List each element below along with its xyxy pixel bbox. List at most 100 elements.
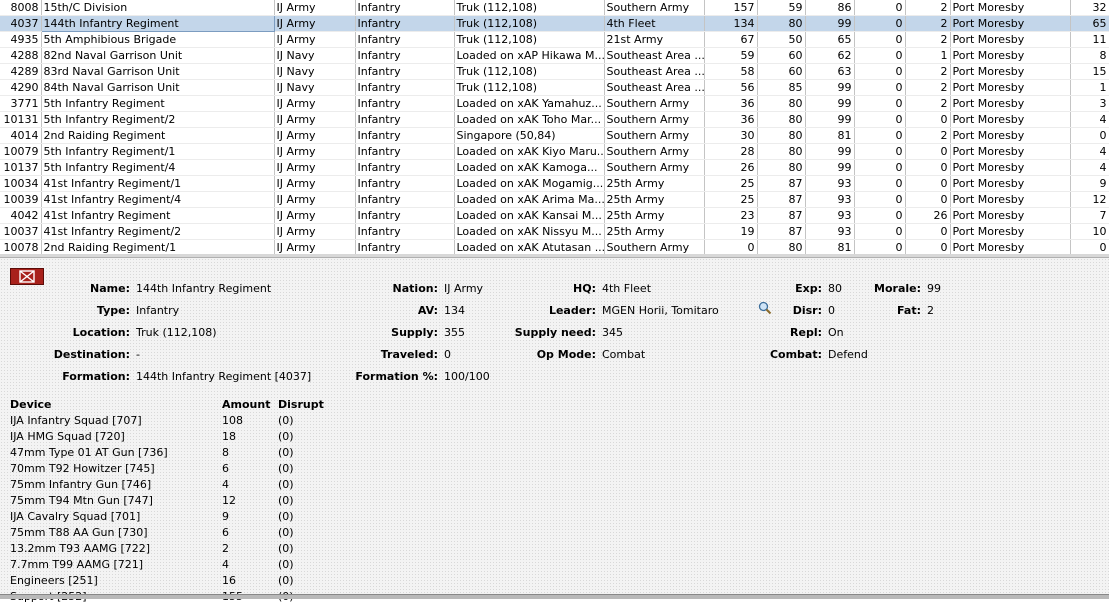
unit-destination-cell[interactable]: Port Moresby xyxy=(950,207,1071,224)
unit-type-cell[interactable]: Infantry xyxy=(355,223,455,240)
unit-morale-cell[interactable]: 99 xyxy=(805,95,855,112)
unit-destination-cell[interactable]: Port Moresby xyxy=(950,111,1071,128)
unit-location-cell[interactable]: Loaded on xAK Toho Mar... xyxy=(454,111,605,128)
unit-destination-cell[interactable]: Port Moresby xyxy=(950,95,1071,112)
device-row[interactable]: 75mm T94 Mtn Gun [747] 12 (0) xyxy=(10,494,330,510)
device-row[interactable]: IJA Cavalry Squad [701] 9 (0) xyxy=(10,510,330,526)
unit-av-cell[interactable]: 26 xyxy=(704,159,758,176)
unit-morale-cell[interactable]: 99 xyxy=(805,111,855,128)
unit-nation-cell[interactable]: IJ Army xyxy=(274,159,356,176)
unit-exp-cell[interactable]: 60 xyxy=(757,47,806,64)
unit-fat-cell[interactable]: 2 xyxy=(905,31,951,48)
unit-exp-cell[interactable]: 60 xyxy=(757,63,806,80)
unit-id-cell[interactable]: 10039 xyxy=(0,191,42,208)
unit-id-cell[interactable]: 4935 xyxy=(0,31,42,48)
unit-disr-cell[interactable]: 0 xyxy=(854,79,906,96)
device-row[interactable]: 70mm T92 Howitzer [745] 6 (0) xyxy=(10,462,330,478)
unit-id-cell[interactable]: 4014 xyxy=(0,127,42,144)
unit-hq-cell[interactable]: 25th Army xyxy=(604,191,705,208)
unit-name-cell[interactable]: 41st Infantry Regiment xyxy=(41,207,275,224)
unit-av-cell[interactable]: 19 xyxy=(704,223,758,240)
unit-hq-cell[interactable]: Southern Army xyxy=(604,0,705,16)
unit-name-cell[interactable]: 5th Amphibious Brigade xyxy=(41,31,275,48)
unit-av-cell[interactable]: 134 xyxy=(704,15,758,32)
unit-last-cell[interactable]: 4 xyxy=(1070,159,1109,176)
unit-last-cell[interactable]: 7 xyxy=(1070,207,1109,224)
unit-exp-cell[interactable]: 80 xyxy=(757,95,806,112)
unit-fat-cell[interactable]: 0 xyxy=(905,175,951,192)
unit-disr-cell[interactable]: 0 xyxy=(854,15,906,32)
unit-fat-cell[interactable]: 0 xyxy=(905,191,951,208)
unit-type-cell[interactable]: Infantry xyxy=(355,95,455,112)
table-row[interactable]: 4288 82nd Naval Garrison Unit IJ Navy Infan… xyxy=(0,47,1109,64)
table-row[interactable]: 4042 41st Infantry Regiment IJ Army Infantr… xyxy=(0,207,1109,224)
unit-destination-cell[interactable]: Port Moresby xyxy=(950,143,1071,160)
unit-disr-cell[interactable]: 0 xyxy=(854,143,906,160)
unit-hq-cell[interactable]: Southern Army xyxy=(604,159,705,176)
unit-disr-cell[interactable]: 0 xyxy=(854,127,906,144)
unit-nation-cell[interactable]: IJ Army xyxy=(274,31,356,48)
unit-id-cell[interactable]: 4042 xyxy=(0,207,42,224)
unit-hq-cell[interactable]: 4th Fleet xyxy=(604,15,705,32)
unit-location-cell[interactable]: Truk (112,108) xyxy=(454,15,605,32)
unit-destination-cell[interactable]: Port Moresby xyxy=(950,159,1071,176)
unit-hq-cell[interactable]: 21st Army xyxy=(604,31,705,48)
unit-morale-cell[interactable]: 93 xyxy=(805,175,855,192)
unit-name-cell[interactable]: 83rd Naval Garrison Unit xyxy=(41,63,275,80)
unit-name-cell[interactable]: 41st Infantry Regiment/4 xyxy=(41,191,275,208)
unit-morale-cell[interactable]: 93 xyxy=(805,191,855,208)
unit-destination-cell[interactable]: Port Moresby xyxy=(950,191,1071,208)
unit-nation-cell[interactable]: IJ Navy xyxy=(274,79,356,96)
unit-last-cell[interactable]: 12 xyxy=(1070,191,1109,208)
unit-morale-cell[interactable]: 65 xyxy=(805,31,855,48)
unit-hq-cell[interactable]: Southeast Area ... xyxy=(604,79,705,96)
unit-type-cell[interactable]: Infantry xyxy=(355,15,455,32)
unit-disr-cell[interactable]: 0 xyxy=(854,175,906,192)
unit-hq-cell[interactable]: Southeast Area ... xyxy=(604,63,705,80)
unit-nation-cell[interactable]: IJ Army xyxy=(274,111,356,128)
unit-last-cell[interactable]: 9 xyxy=(1070,175,1109,192)
unit-last-cell[interactable]: 4 xyxy=(1070,111,1109,128)
table-row[interactable]: 3771 5th Infantry Regiment IJ Army Infantry… xyxy=(0,95,1109,112)
unit-last-cell[interactable]: 15 xyxy=(1070,63,1109,80)
unit-av-cell[interactable]: 36 xyxy=(704,111,758,128)
unit-location-cell[interactable]: Loaded on xAP Hikawa M... xyxy=(454,47,605,64)
unit-exp-cell[interactable]: 80 xyxy=(757,127,806,144)
unit-morale-cell[interactable]: 93 xyxy=(805,207,855,224)
unit-location-cell[interactable]: Loaded on xAK Mogamig... xyxy=(454,175,605,192)
unit-last-cell[interactable]: 3 xyxy=(1070,95,1109,112)
unit-morale-cell[interactable]: 81 xyxy=(805,127,855,144)
unit-location-cell[interactable]: Loaded on xAK Arima Ma... xyxy=(454,191,605,208)
unit-last-cell[interactable]: 8 xyxy=(1070,47,1109,64)
unit-name-cell[interactable]: 5th Infantry Regiment/2 xyxy=(41,111,275,128)
unit-fat-cell[interactable]: 0 xyxy=(905,159,951,176)
device-row[interactable]: IJA HMG Squad [720] 18 (0) xyxy=(10,430,330,446)
unit-morale-cell[interactable]: 86 xyxy=(805,0,855,16)
unit-morale-cell[interactable]: 63 xyxy=(805,63,855,80)
unit-disr-cell[interactable]: 0 xyxy=(854,111,906,128)
unit-name-cell[interactable]: 41st Infantry Regiment/1 xyxy=(41,175,275,192)
table-row[interactable]: 4014 2nd Raiding Regiment IJ Army Infantry S… xyxy=(0,127,1109,144)
table-row[interactable]: 4037 144th Infantry Regiment IJ Army Infant… xyxy=(0,15,1109,32)
unit-av-cell[interactable]: 56 xyxy=(704,79,758,96)
unit-av-cell[interactable]: 59 xyxy=(704,47,758,64)
unit-exp-cell[interactable]: 87 xyxy=(757,223,806,240)
unit-nation-cell[interactable]: IJ Navy xyxy=(274,47,356,64)
unit-hq-cell[interactable]: Southern Army xyxy=(604,127,705,144)
unit-fat-cell[interactable]: 2 xyxy=(905,79,951,96)
unit-disr-cell[interactable]: 0 xyxy=(854,223,906,240)
unit-id-cell[interactable]: 10137 xyxy=(0,159,42,176)
unit-fat-cell[interactable]: 26 xyxy=(905,207,951,224)
unit-destination-cell[interactable]: Port Moresby xyxy=(950,223,1071,240)
unit-location-cell[interactable]: Loaded on xAK Kiyo Maru... xyxy=(454,143,605,160)
device-row[interactable]: 13.2mm T93 AAMG [722] 2 (0) xyxy=(10,542,330,558)
unit-last-cell[interactable]: 0 xyxy=(1070,127,1109,144)
unit-destination-cell[interactable]: Port Moresby xyxy=(950,127,1071,144)
unit-disr-cell[interactable]: 0 xyxy=(854,0,906,16)
unit-exp-cell[interactable]: 87 xyxy=(757,207,806,224)
unit-av-cell[interactable]: 58 xyxy=(704,63,758,80)
unit-location-cell[interactable]: Truk (112,108) xyxy=(454,31,605,48)
table-row[interactable]: 10039 41st Infantry Regiment/4 IJ Army Infa… xyxy=(0,191,1109,208)
unit-exp-cell[interactable]: 80 xyxy=(757,159,806,176)
value-combat[interactable]: Defend xyxy=(828,348,868,361)
